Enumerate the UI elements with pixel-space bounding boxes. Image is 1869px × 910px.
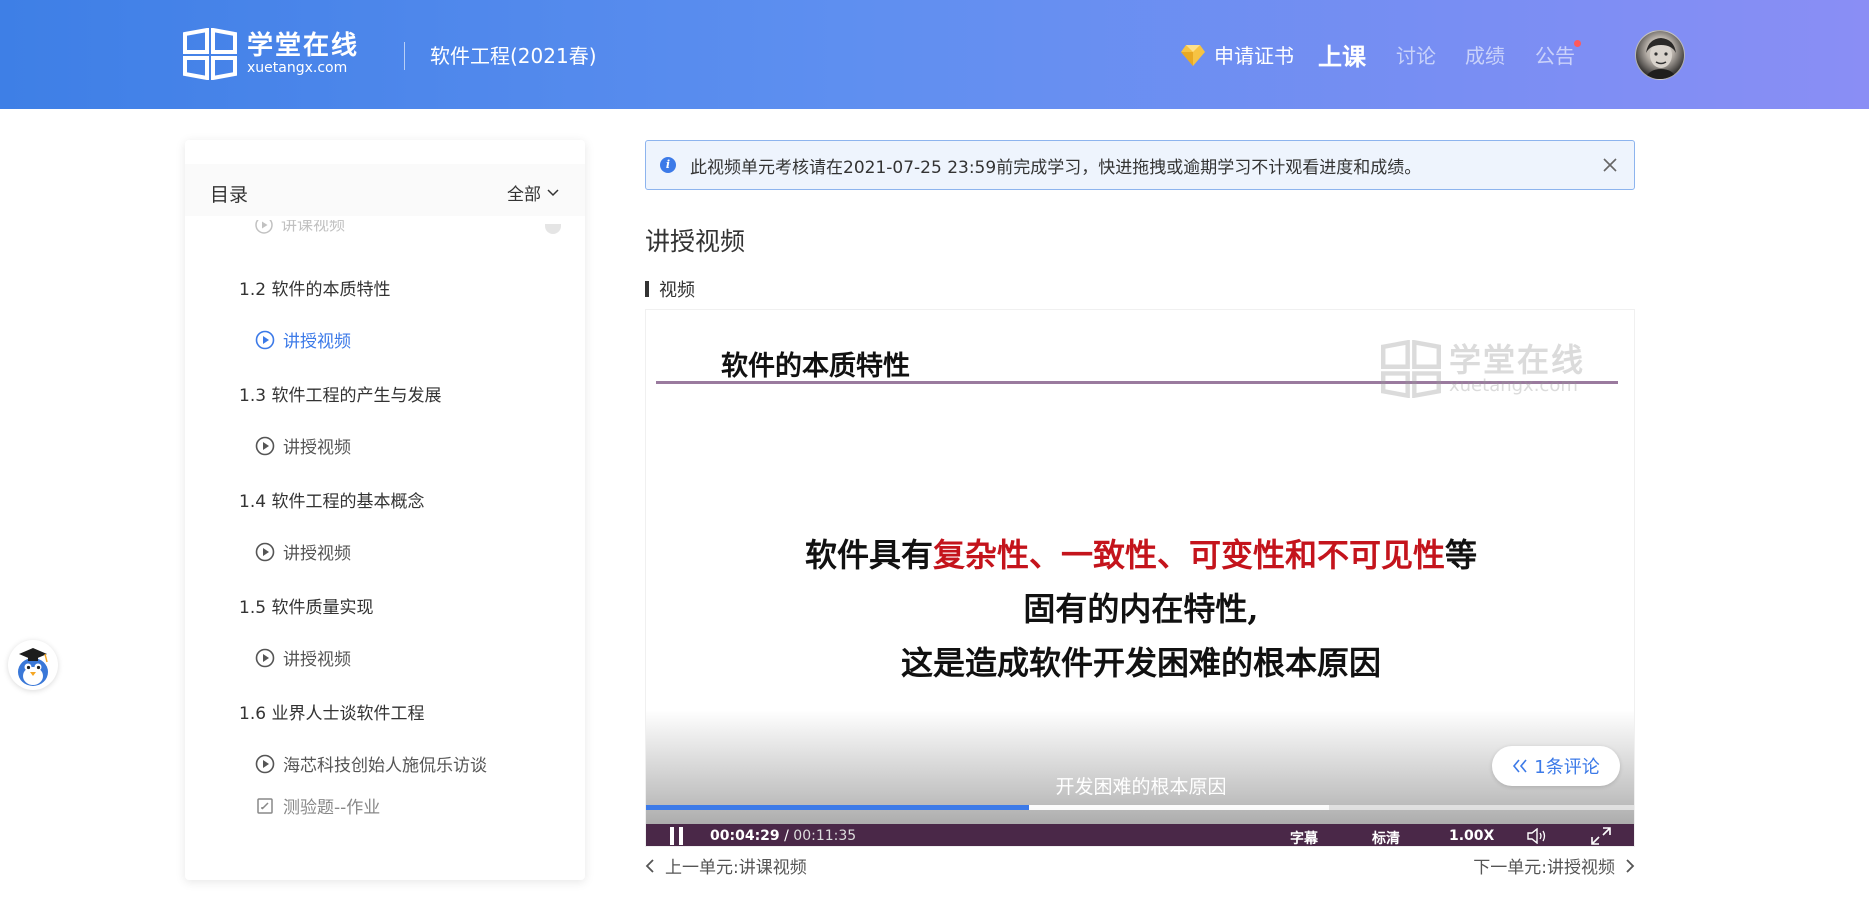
previous-unit-name: 讲课视频 <box>738 858 807 878</box>
play-circle-icon <box>255 754 275 773</box>
comments-button[interactable]: 1条评论 <box>1492 746 1620 786</box>
site-logo[interactable]: 学堂在线 xuetangx.com <box>183 28 359 80</box>
video-progress-fill <box>646 805 1030 810</box>
toc-item-label: 测验题--作业 <box>283 798 381 818</box>
comments-label: 1条评论 <box>1534 757 1600 778</box>
video-controls: 00:04:29 / 00:11:35 字幕 标清 1.00X <box>646 824 1634 846</box>
certificate-label: 申请证书 <box>1214 44 1294 68</box>
video-progress-bar[interactable] <box>646 805 1634 810</box>
progress-indicator <box>545 224 561 234</box>
slide-line-3: 这是造成软件开发困难的根本原因 <box>900 644 1381 682</box>
assistant-mascot-button[interactable] <box>8 640 58 690</box>
catalog-filter-dropdown[interactable]: 全部 <box>507 180 559 205</box>
play-circle-icon <box>255 542 275 561</box>
deadline-notice-banner: i 此视频单元考核请在2021-07-25 23:59前完成学习，快进拖拽或逾期… <box>645 140 1635 190</box>
toc-item-label: 讲授视频 <box>283 332 351 352</box>
catalog-title: 目录 <box>210 184 249 206</box>
next-unit-label: 下一单元: <box>1473 858 1547 878</box>
toc-item-1-6-interview[interactable]: 海芯科技创始人施侃乐访谈 <box>255 751 487 776</box>
toc-item-1-4-video[interactable]: 讲授视频 <box>255 539 351 564</box>
toc-item-label: 讲授视频 <box>283 650 351 670</box>
slide-line-1: 软件具有复杂性、一致性、可变性和不可见性等 <box>646 528 1634 582</box>
watermark-text-cn: 学堂在线 <box>1449 341 1586 379</box>
slide-highlight-text: 复杂性、一致性、可变性和不可见性 <box>932 536 1445 574</box>
nav-tab-announcements[interactable]: 公告 <box>1535 40 1581 69</box>
video-time: 00:04:29 / 00:11:35 <box>710 828 856 844</box>
toc-section-1-3[interactable]: 1.3 软件工程的产生与发展 <box>239 381 441 406</box>
chevron-down-icon <box>547 188 559 196</box>
play-circle-icon <box>255 330 275 349</box>
logo-text-en: xuetangx.com <box>247 60 348 76</box>
chevron-right-icon <box>1626 858 1635 873</box>
toc-section-1-5[interactable]: 1.5 软件质量实现 <box>239 593 373 618</box>
next-unit-name: 讲授视频 <box>1547 858 1615 878</box>
play-circle-icon <box>255 220 273 234</box>
header-divider <box>404 42 405 70</box>
video-subtitle: 开发困难的根本原因 <box>1055 776 1227 798</box>
toc-item-1-2-video[interactable]: 讲授视频 <box>255 327 351 352</box>
slide-text: 等 <box>1445 536 1478 574</box>
video-watermark: 学堂在线 xuetangx.com <box>1381 340 1585 398</box>
captions-button[interactable]: 字幕 <box>1290 828 1318 846</box>
top-header: 学堂在线 xuetangx.com 软件工程(2021春) 申请证书 上课 讨论… <box>0 0 1869 109</box>
logo-mark-icon <box>183 28 237 80</box>
volume-icon[interactable] <box>1526 828 1548 844</box>
apply-certificate-button[interactable]: 申请证书 <box>1180 40 1294 69</box>
slide-text: 软件具有 <box>804 536 933 574</box>
catalog-header: 目录 全部 <box>185 164 585 216</box>
user-avatar[interactable] <box>1635 30 1685 80</box>
filter-label: 全部 <box>507 185 541 205</box>
slide-title: 软件的本质特性 <box>721 351 910 382</box>
course-title: 软件工程(2021春) <box>430 44 597 68</box>
toc-item-label: 讲授视频 <box>283 544 351 564</box>
toc-section-1-2[interactable]: 1.2 软件的本质特性 <box>239 275 390 300</box>
video-player[interactable]: 软件的本质特性 学堂在线 xuetangx.com 软件具有复杂性、一致性、可变… <box>645 309 1635 847</box>
notice-text: 此视频单元考核请在2021-07-25 23:59前完成学习，快进拖拽或逾期学习… <box>690 157 1422 178</box>
toc-item-1-5-video[interactable]: 讲授视频 <box>255 645 351 670</box>
toc-item-1-6-quiz[interactable]: 测验题--作业 <box>255 793 380 818</box>
watermark-text-en: xuetangx.com <box>1449 375 1578 396</box>
logo-text-cn: 学堂在线 <box>247 31 360 61</box>
slide-body: 软件具有复杂性、一致性、可变性和不可见性等 固有的内在特性, 这是造成软件开发困… <box>646 528 1634 690</box>
next-unit-link[interactable]: 下一单元: 讲授视频 <box>1473 853 1635 878</box>
toc-item-partial[interactable]: 讲课视频 <box>255 220 345 238</box>
mascot-icon <box>18 648 48 686</box>
toc-item-label: 海芯科技创始人施侃乐访谈 <box>283 756 487 776</box>
toc-item-label: 讲授视频 <box>283 438 351 458</box>
toc-item-label: 讲课视频 <box>281 220 346 234</box>
quality-button[interactable]: 标清 <box>1372 828 1400 846</box>
toc-section-1-4[interactable]: 1.4 软件工程的基本概念 <box>239 487 424 512</box>
toc-item-1-3-video[interactable]: 讲授视频 <box>255 433 351 458</box>
unit-title: 讲授视频 <box>645 227 746 256</box>
play-circle-icon <box>255 436 275 455</box>
announcements-label: 公告 <box>1535 44 1575 68</box>
play-circle-icon <box>255 648 275 667</box>
close-icon[interactable] <box>1600 155 1620 175</box>
playback-speed-button[interactable]: 1.00X <box>1449 828 1494 844</box>
toc-section-1-6[interactable]: 1.6 业界人士谈软件工程 <box>239 699 424 724</box>
edit-document-icon <box>257 797 273 814</box>
slide-line-2: 固有的内在特性, <box>1023 590 1259 628</box>
course-catalog-sidebar: 目录 全部 讲课视频 1.2 软件的本质特性 讲授视频 1.3 软件工程的产生与… <box>185 140 585 880</box>
pause-icon[interactable] <box>670 827 684 845</box>
info-icon: i <box>660 157 676 173</box>
total-time: 00:11:35 <box>793 828 857 844</box>
time-separator: / <box>779 828 794 844</box>
nav-tab-discussion[interactable]: 讨论 <box>1396 40 1436 69</box>
nav-tab-class[interactable]: 上课 <box>1318 37 1366 72</box>
logo-mark-icon <box>1381 340 1441 398</box>
fullscreen-icon[interactable] <box>1590 826 1612 846</box>
diamond-icon <box>1181 44 1205 66</box>
nav-tab-grades[interactable]: 成绩 <box>1465 40 1505 69</box>
video-section-label: 视频 <box>645 276 695 302</box>
previous-unit-link[interactable]: 上一单元: 讲课视频 <box>645 853 807 878</box>
double-chevron-left-icon <box>1513 759 1527 773</box>
avatar-face-icon <box>1644 38 1678 79</box>
previous-unit-label: 上一单元: <box>665 858 739 878</box>
notification-dot <box>1574 40 1581 47</box>
current-time: 00:04:29 <box>710 828 780 844</box>
chevron-left-icon <box>645 858 654 873</box>
